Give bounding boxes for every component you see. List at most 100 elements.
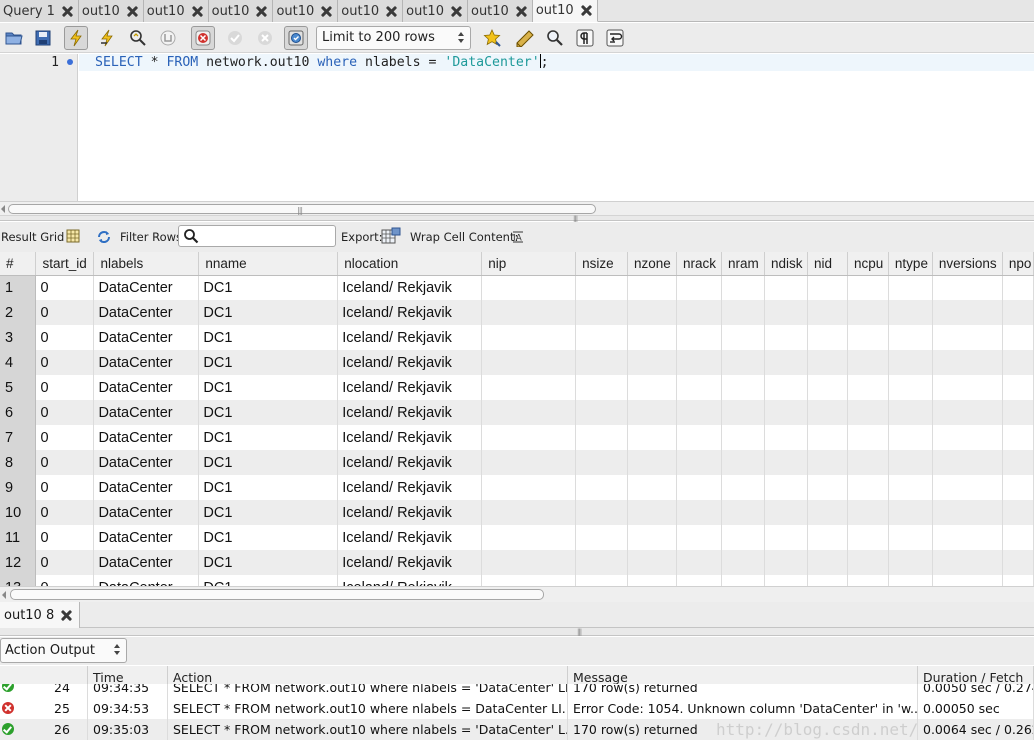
- cell-nrack[interactable]: [676, 550, 722, 575]
- cell-nversions[interactable]: [932, 300, 1003, 325]
- table-row[interactable]: 1 0 DataCenter DC1 Iceland/ Rekjavik: [0, 275, 1034, 300]
- cell-npo[interactable]: [1002, 500, 1034, 525]
- cell-npo[interactable]: [1002, 550, 1034, 575]
- cell-nsize[interactable]: [575, 500, 629, 525]
- cell-ndisk[interactable]: [764, 475, 808, 500]
- column-header-nname[interactable]: nname: [198, 252, 339, 276]
- cell-nid[interactable]: [807, 525, 848, 550]
- cell-nzone[interactable]: [627, 325, 678, 350]
- cell-nid[interactable]: [807, 550, 848, 575]
- tab-2[interactable]: out10: [78, 0, 144, 22]
- cell-nzone[interactable]: [627, 475, 678, 500]
- sql-query-text[interactable]: SELECT * FROM network.out10 where nlabel…: [95, 54, 549, 71]
- cell-ndisk[interactable]: [764, 550, 808, 575]
- explain-icon[interactable]: [126, 26, 150, 50]
- tab-8[interactable]: out10: [467, 0, 533, 22]
- table-row[interactable]: 2 0 DataCenter DC1 Iceland/ Rekjavik: [0, 300, 1034, 325]
- cell-ndisk[interactable]: [764, 400, 808, 425]
- cell-ncpu[interactable]: [847, 400, 889, 425]
- result-grid[interactable]: # start_id nlabels nname nlocation nip nsize nz…: [0, 252, 1034, 586]
- column-header-start_id[interactable]: start_id: [35, 252, 95, 276]
- cell-ndisk[interactable]: [764, 325, 808, 350]
- cell-nram[interactable]: [721, 500, 765, 525]
- cell-start_id[interactable]: 0: [35, 550, 95, 575]
- cell-nzone[interactable]: [627, 375, 678, 400]
- cell-nversions[interactable]: [932, 350, 1003, 375]
- cell-nid[interactable]: [807, 475, 848, 500]
- cell-nzone[interactable]: [627, 525, 678, 550]
- autocommit-icon[interactable]: [284, 26, 308, 50]
- cell-nip[interactable]: [481, 475, 577, 500]
- cell-ntype[interactable]: [888, 300, 933, 325]
- table-row[interactable]: 8 0 DataCenter DC1 Iceland/ Rekjavik: [0, 450, 1034, 475]
- cell-nsize[interactable]: [575, 400, 629, 425]
- cell-nrack[interactable]: [676, 325, 722, 350]
- close-icon[interactable]: [255, 5, 268, 18]
- cell-ncpu[interactable]: [847, 550, 889, 575]
- cell-nip[interactable]: [481, 525, 577, 550]
- cell-nlabels[interactable]: DataCenter: [93, 450, 200, 475]
- cell-ntype[interactable]: [888, 575, 933, 586]
- cell-nversions[interactable]: [932, 400, 1003, 425]
- cell-nlabels[interactable]: DataCenter: [93, 400, 200, 425]
- cell-nversions[interactable]: [932, 575, 1003, 586]
- cell-nram[interactable]: [721, 275, 765, 300]
- cell-nlabels[interactable]: DataCenter: [93, 275, 200, 300]
- cell-nlocation[interactable]: Iceland/ Rekjavik: [337, 275, 483, 300]
- table-row[interactable]: 7 0 DataCenter DC1 Iceland/ Rekjavik: [0, 425, 1034, 450]
- cell-ntype[interactable]: [888, 475, 933, 500]
- cell-ntype[interactable]: [888, 275, 933, 300]
- cell-nlocation[interactable]: Iceland/ Rekjavik: [337, 475, 483, 500]
- wrap-cell-icon[interactable]: IA: [511, 230, 525, 247]
- execute-lightning-icon[interactable]: [64, 26, 88, 50]
- row-number[interactable]: 6: [0, 400, 37, 425]
- cell-nlocation[interactable]: Iceland/ Rekjavik: [337, 425, 483, 450]
- row-number[interactable]: 11: [0, 525, 37, 550]
- cell-start_id[interactable]: 0: [35, 400, 95, 425]
- cell-nname[interactable]: DC1: [198, 325, 339, 350]
- cell-npo[interactable]: [1002, 300, 1034, 325]
- tab-6[interactable]: out10: [338, 0, 404, 22]
- output-row[interactable]: 24 09:34:35 SELECT * FROM network.out10 wh…: [0, 684, 1034, 698]
- cell-nip[interactable]: [481, 375, 577, 400]
- cell-nram[interactable]: [721, 450, 765, 475]
- close-icon[interactable]: [515, 5, 528, 18]
- cell-nlocation[interactable]: Iceland/ Rekjavik: [337, 500, 483, 525]
- cell-nversions[interactable]: [932, 550, 1003, 575]
- sql-editor[interactable]: 1 SELECT * FROM network.out10 where nlab…: [0, 54, 1034, 202]
- cell-nram[interactable]: [721, 325, 765, 350]
- column-header-ntype[interactable]: ntype: [888, 252, 933, 276]
- refresh-icon[interactable]: [96, 229, 112, 248]
- cell-npo[interactable]: [1002, 425, 1034, 450]
- cell-nversions[interactable]: [932, 525, 1003, 550]
- cell-nsize[interactable]: [575, 275, 629, 300]
- grid-scroll-left-icon[interactable]: [2, 591, 6, 599]
- cell-nrack[interactable]: [676, 575, 722, 586]
- cell-ndisk[interactable]: [764, 425, 808, 450]
- cell-nsize[interactable]: [575, 425, 629, 450]
- cell-nzone[interactable]: [627, 425, 678, 450]
- cell-nzone[interactable]: [627, 575, 678, 586]
- save-icon[interactable]: [31, 26, 55, 50]
- table-row[interactable]: 10 0 DataCenter DC1 Iceland/ Rekjavik: [0, 500, 1034, 525]
- open-folder-icon[interactable]: [2, 26, 26, 50]
- cell-nzone[interactable]: [627, 300, 678, 325]
- output-row[interactable]: 26 09:35:03 SELECT * FROM network.out10 wh…: [0, 719, 1034, 740]
- cell-nlocation[interactable]: Iceland/ Rekjavik: [337, 375, 483, 400]
- cell-ncpu[interactable]: [847, 325, 889, 350]
- cell-nlocation[interactable]: Iceland/ Rekjavik: [337, 550, 483, 575]
- snippet-icon[interactable]: [513, 26, 537, 50]
- column-header-nram[interactable]: nram: [721, 252, 765, 276]
- cell-ncpu[interactable]: [847, 575, 889, 586]
- cell-nid[interactable]: [807, 450, 848, 475]
- find-icon[interactable]: [543, 26, 567, 50]
- cell-npo[interactable]: [1002, 400, 1034, 425]
- cell-nlocation[interactable]: Iceland/ Rekjavik: [337, 300, 483, 325]
- cell-nsize[interactable]: [575, 350, 629, 375]
- table-row[interactable]: 3 0 DataCenter DC1 Iceland/ Rekjavik: [0, 325, 1034, 350]
- column-header-npo[interactable]: npo: [1002, 252, 1034, 276]
- cell-ntype[interactable]: [888, 525, 933, 550]
- close-icon[interactable]: [580, 4, 593, 17]
- cell-nname[interactable]: DC1: [198, 350, 339, 375]
- row-number[interactable]: 4: [0, 350, 37, 375]
